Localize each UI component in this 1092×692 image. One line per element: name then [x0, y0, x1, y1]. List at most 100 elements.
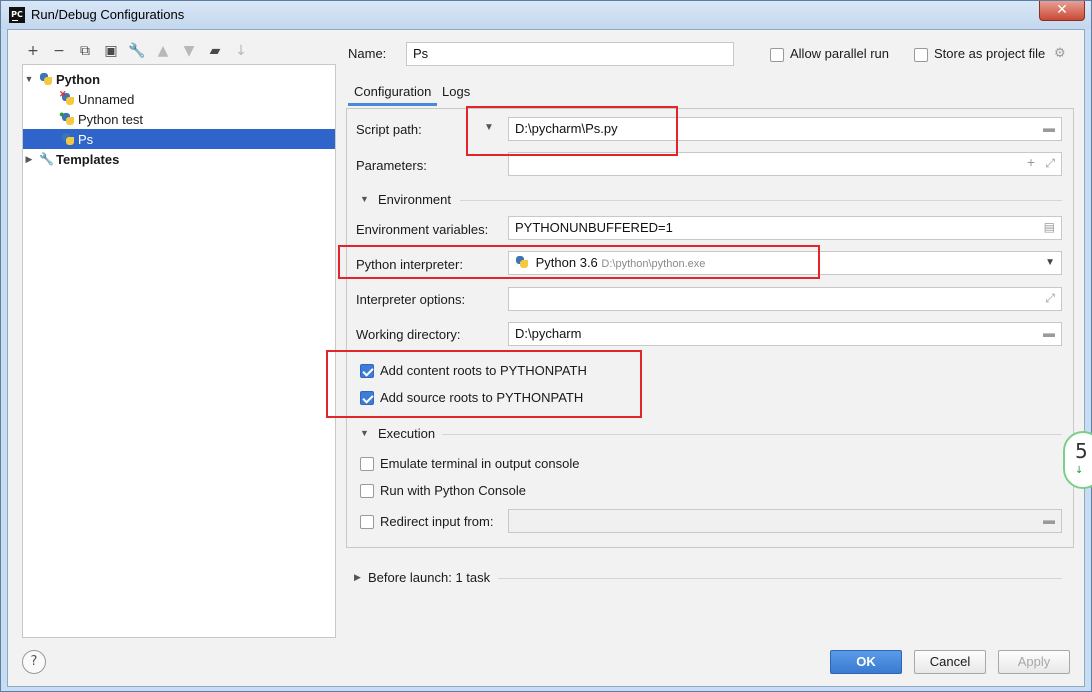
script-type-dropdown-icon[interactable]: ▼	[484, 122, 494, 133]
run-python-console-checkbox[interactable]	[360, 484, 374, 498]
browse-folder-icon[interactable]: ▬	[1043, 121, 1055, 135]
copy-icon: ⧉	[80, 43, 90, 59]
title-bar: PC Run/Debug Configurations ✕	[1, 1, 1091, 29]
down-arrow-icon: ↓	[1075, 465, 1084, 476]
section-divider	[498, 578, 1062, 579]
working-dir-value: D:\pycharm	[515, 326, 582, 341]
allow-parallel-label: Allow parallel run	[790, 46, 889, 61]
redirect-input-field[interactable]: ▬	[508, 509, 1062, 533]
run-debug-dialog: PC Run/Debug Configurations ✕ + − ⧉ ▣ 🔧 …	[0, 0, 1092, 692]
sort-icon: ↓	[235, 43, 247, 59]
tree-item-label: Unnamed	[78, 91, 135, 107]
move-up-icon: ▲	[157, 43, 169, 59]
script-path-input[interactable]: D:\pycharm\Ps.py ▬	[508, 117, 1062, 141]
side-widget-badge[interactable]: 5 ↓	[1063, 431, 1092, 489]
apply-button[interactable]: Apply	[998, 650, 1070, 674]
python-icon	[39, 72, 53, 86]
save-config-button[interactable]: ▣	[100, 40, 122, 62]
tree-item-python[interactable]: ▼ Python	[23, 69, 335, 89]
expand-arrow-icon[interactable]: ▶	[354, 572, 361, 583]
expand-icon[interactable]: ⤢	[1045, 291, 1055, 306]
env-vars-input[interactable]: PYTHONUNBUFFERED=1 ▤	[508, 216, 1062, 240]
name-input[interactable]: Ps	[406, 42, 734, 66]
close-button[interactable]: ✕	[1039, 1, 1085, 21]
store-as-project-checkbox[interactable]	[914, 48, 928, 62]
script-path-value: D:\pycharm\Ps.py	[515, 121, 618, 136]
move-down-icon: ▼	[183, 43, 195, 59]
help-button[interactable]: ?	[22, 650, 46, 674]
add-config-button[interactable]: +	[22, 40, 44, 62]
move-to-folder-button[interactable]: ▰	[204, 40, 226, 62]
interpreter-select[interactable]: Python 3.6 D:\python\python.exe ▼	[508, 251, 1062, 275]
expand-arrow-icon[interactable]: ▶	[23, 154, 35, 165]
tab-logs[interactable]: Logs	[436, 80, 476, 103]
copy-config-button[interactable]: ⧉	[74, 40, 96, 62]
execution-header: Execution	[378, 426, 436, 441]
sort-button[interactable]: ↓	[230, 40, 252, 62]
before-launch-toggle[interactable]: Before launch: 1 task	[368, 570, 490, 585]
move-up-button[interactable]: ▲	[152, 40, 174, 62]
collapse-arrow-icon[interactable]: ▼	[360, 194, 369, 204]
edit-defaults-button[interactable]: 🔧	[126, 40, 148, 62]
plus-icon[interactable]: +	[1027, 154, 1035, 170]
move-down-button[interactable]: ▼	[178, 40, 200, 62]
env-vars-label: Environment variables:	[356, 222, 489, 237]
interpreter-path: D:\python\python.exe	[601, 258, 706, 270]
add-icon: +	[27, 43, 39, 59]
tree-item-python-test[interactable]: ● Python test	[23, 109, 335, 129]
ok-button[interactable]: OK	[830, 650, 902, 674]
config-toolbar: + − ⧉ ▣ 🔧 ▲ ▼ ▰ ↓	[22, 40, 252, 62]
store-as-project-label: Store as project file	[934, 46, 1046, 61]
env-vars-value: PYTHONUNBUFFERED=1	[515, 220, 673, 235]
section-divider	[460, 200, 1062, 201]
tree-item-templates[interactable]: ▶ 🔧 Templates	[23, 149, 335, 169]
browse-folder-icon[interactable]: ▬	[1043, 326, 1055, 340]
dialog-body: + − ⧉ ▣ 🔧 ▲ ▼ ▰ ↓ ▼ Python ✕ Unnamed ● P…	[7, 29, 1085, 687]
add-content-roots-checkbox[interactable]	[360, 364, 374, 378]
redirect-input-checkbox[interactable]	[360, 515, 374, 529]
allow-parallel-checkbox[interactable]	[770, 48, 784, 62]
python-config-error-icon: ✕	[59, 89, 75, 106]
expand-arrow-icon[interactable]: ▼	[23, 74, 35, 84]
collapse-arrow-icon[interactable]: ▼	[360, 428, 369, 438]
parameters-label: Parameters:	[356, 158, 427, 173]
gear-icon[interactable]: ⚙	[1054, 45, 1066, 61]
edit-env-icon[interactable]: ▤	[1044, 220, 1055, 234]
pycharm-app-icon: PC	[9, 7, 25, 23]
cancel-button[interactable]: Cancel	[914, 650, 986, 674]
environment-header: Environment	[378, 192, 451, 207]
python-icon	[515, 255, 529, 269]
parameters-input[interactable]: + ⤢	[508, 152, 1062, 176]
run-python-console-label: Run with Python Console	[380, 483, 526, 498]
tree-item-ps[interactable]: Ps	[23, 129, 335, 149]
close-icon: ✕	[1056, 2, 1068, 18]
interpreter-label: Python interpreter:	[356, 257, 463, 272]
tree-item-unnamed[interactable]: ✕ Unnamed	[23, 89, 335, 109]
tree-item-label: Python test	[78, 111, 144, 127]
interpreter-name: Python 3.6	[535, 255, 598, 270]
add-content-roots-label: Add content roots to PYTHONPATH	[380, 363, 587, 378]
interp-options-input[interactable]: ⤢	[508, 287, 1062, 311]
tree-item-label: Ps	[78, 131, 94, 147]
script-path-label: Script path:	[356, 122, 422, 137]
python-test-icon: ●	[59, 109, 75, 126]
name-label: Name:	[348, 46, 387, 61]
tree-item-label: Templates	[56, 151, 120, 167]
wrench-icon: 🔧	[39, 152, 54, 166]
remove-icon: −	[53, 43, 65, 59]
section-divider	[442, 434, 1062, 435]
tab-configuration[interactable]: Configuration	[348, 80, 438, 106]
add-source-roots-label: Add source roots to PYTHONPATH	[380, 390, 584, 405]
emulate-terminal-checkbox[interactable]	[360, 457, 374, 471]
expand-icon[interactable]: ⤢	[1045, 156, 1055, 171]
add-source-roots-checkbox[interactable]	[360, 391, 374, 405]
tree-item-label: Python	[56, 71, 101, 87]
chevron-down-icon[interactable]: ▼	[1045, 257, 1055, 268]
emulate-terminal-label: Emulate terminal in output console	[380, 456, 580, 471]
working-dir-label: Working directory:	[356, 327, 461, 342]
config-tree: ▼ Python ✕ Unnamed ● Python test Ps ▶ 🔧 …	[22, 64, 336, 638]
remove-config-button[interactable]: −	[48, 40, 70, 62]
folder-icon: ▰	[209, 43, 221, 59]
working-dir-input[interactable]: D:\pycharm ▬	[508, 322, 1062, 346]
browse-folder-icon[interactable]: ▬	[1043, 513, 1055, 527]
